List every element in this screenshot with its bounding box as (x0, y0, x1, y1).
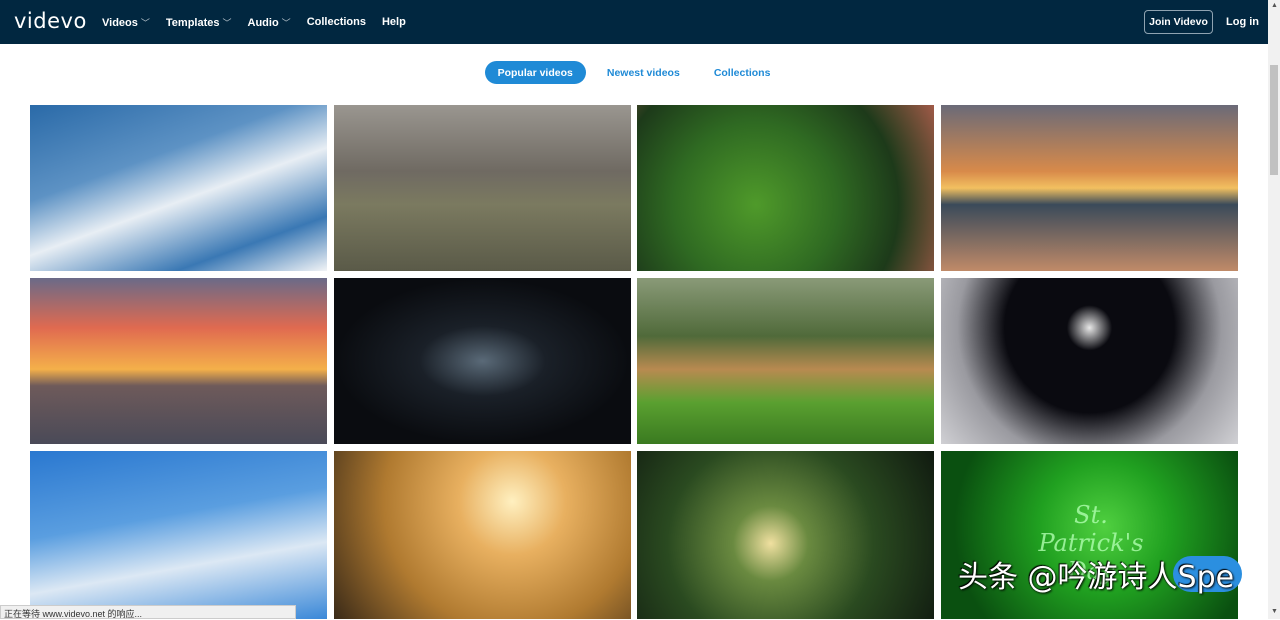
scrollbar-thumb[interactable] (1270, 65, 1278, 175)
video-thumbnail-lionesses-walking[interactable] (637, 278, 934, 444)
video-thumbnail-dark-corridor[interactable] (334, 278, 631, 444)
video-thumbnail-couple-sunset-silhouette[interactable] (334, 451, 631, 619)
scroll-up-icon[interactable]: ▲ (1271, 2, 1278, 9)
video-thumbnail-blue-sky-clouds[interactable] (30, 451, 327, 619)
video-thumbnail-woman-meditating-beach-sunset[interactable] (941, 105, 1238, 271)
scrollbar[interactable]: ▲ ▼ (1268, 0, 1280, 619)
scroll-down-icon[interactable]: ▼ (1271, 608, 1278, 615)
video-thumbnail-moon-over-clouds[interactable] (941, 278, 1238, 444)
video-thumbnail-ruined-city-aerial[interactable] (334, 105, 631, 271)
video-grid: St. Patrick's Day (0, 0, 1268, 619)
watermark: 头条 @吟游诗人Spe (958, 560, 1235, 595)
video-thumbnail-clouds-blue-sky[interactable] (30, 105, 327, 271)
status-bar: 正在等待 www.videvo.net 的响应... (0, 605, 296, 619)
video-thumbnail-leaf-in-rain[interactable] (637, 105, 934, 271)
video-thumbnail-sunset-clouds-sea[interactable] (30, 278, 327, 444)
video-thumbnail-forest-sunlight[interactable] (637, 451, 934, 619)
